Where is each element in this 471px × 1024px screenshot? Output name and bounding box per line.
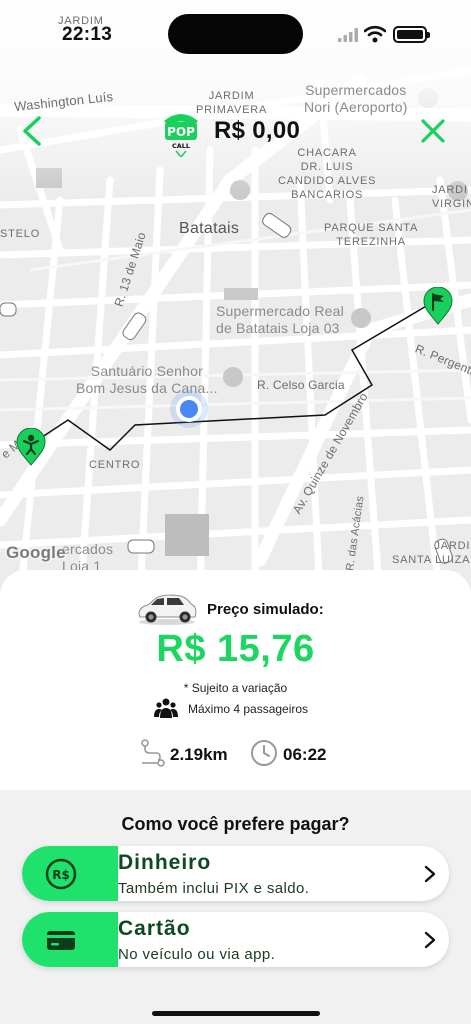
trip-duration: 06:22: [283, 745, 327, 764]
cash-icon: R$: [45, 858, 77, 890]
payment-title: Como você prefere pagar?: [121, 814, 350, 834]
price-caption: Preço simulado:: [207, 601, 324, 618]
route-distance-icon: [141, 739, 165, 767]
home-indicator[interactable]: [152, 1011, 320, 1016]
destination-pin[interactable]: [423, 286, 453, 330]
cash-icon-box: R$: [22, 846, 118, 901]
user-location-dot: [176, 396, 202, 422]
payment-option-name: Cartão: [118, 917, 191, 940]
map-label: JARDI SANTA LUIZA: [392, 540, 471, 566]
map-label: Santuário Senhor Bom Jesus da Cana...: [76, 363, 218, 396]
svg-text:R$: R$: [52, 868, 70, 882]
map[interactable]: JARDIM Washington Luís JARDIM PRIMAVERA …: [0, 0, 471, 600]
payment-option-description: Também inclui PIX e saldo.: [118, 880, 310, 897]
map-label: STELO: [0, 228, 41, 240]
map-label: PARQUE SANTA TEREZINHA: [324, 222, 419, 248]
chevron-right-icon: [424, 865, 436, 883]
passengers-icon: [154, 698, 178, 718]
trip-distance: 2.19km: [170, 745, 228, 764]
pop-call-logo-icon: POP CALL: [164, 114, 198, 159]
signal-icon: [338, 28, 358, 42]
battery-icon: [393, 26, 430, 43]
pop-call-logo: POP CALL: [160, 107, 202, 159]
flag-pin-icon: [423, 286, 453, 325]
payment-option-card[interactable]: Cartão No veículo ou via app.: [22, 912, 449, 967]
status-time: 22:13: [62, 24, 113, 45]
chevron-right-icon: [424, 931, 436, 949]
back-chevron-icon[interactable]: [16, 114, 48, 148]
map-label: CENTRO: [89, 459, 141, 471]
map-label: CHACARA DR. LUIS CANDIDO ALVES BANCARIOS: [278, 147, 377, 201]
card-icon-box: [22, 912, 118, 967]
fare-amount: R$ 0,00: [214, 117, 301, 144]
payment-option-name: Dinheiro: [118, 851, 212, 874]
google-logo: Google: [6, 543, 66, 562]
map-label: Supermercado Real de Batatais Loja 03: [216, 303, 344, 336]
payment-option-cash[interactable]: R$ Dinheiro Também inclui PIX e saldo.: [22, 846, 449, 901]
payment-option-description: No veículo ou via app.: [118, 946, 276, 963]
logo-text: POP: [167, 125, 195, 139]
max-passengers: Máximo 4 passageiros: [188, 702, 309, 716]
close-icon[interactable]: [418, 116, 448, 146]
price-disclaimer: * Sujeito a variação: [183, 681, 288, 695]
clock-icon: [251, 740, 277, 766]
card-icon: [47, 931, 75, 950]
person-pin-icon: [16, 427, 46, 466]
quote-panel: Preço simulado: R$ 15,76 * Sujeito a var…: [0, 570, 471, 790]
logo-subtext: CALL: [172, 142, 190, 150]
map-label: Supermercados Nori (Aeroporto): [304, 82, 408, 115]
dynamic-island: [168, 14, 303, 54]
price-value: R$ 15,76: [156, 628, 315, 670]
map-label: JARDI VIRGIN: [432, 184, 471, 210]
car-icon: [138, 594, 197, 625]
origin-pin[interactable]: [16, 427, 46, 471]
wifi-icon: [364, 25, 386, 43]
map-label-city: Batatais: [179, 220, 240, 237]
map-label: JARDIM PRIMAVERA: [196, 90, 268, 116]
map-label: R. Celso Garcia: [257, 378, 345, 392]
